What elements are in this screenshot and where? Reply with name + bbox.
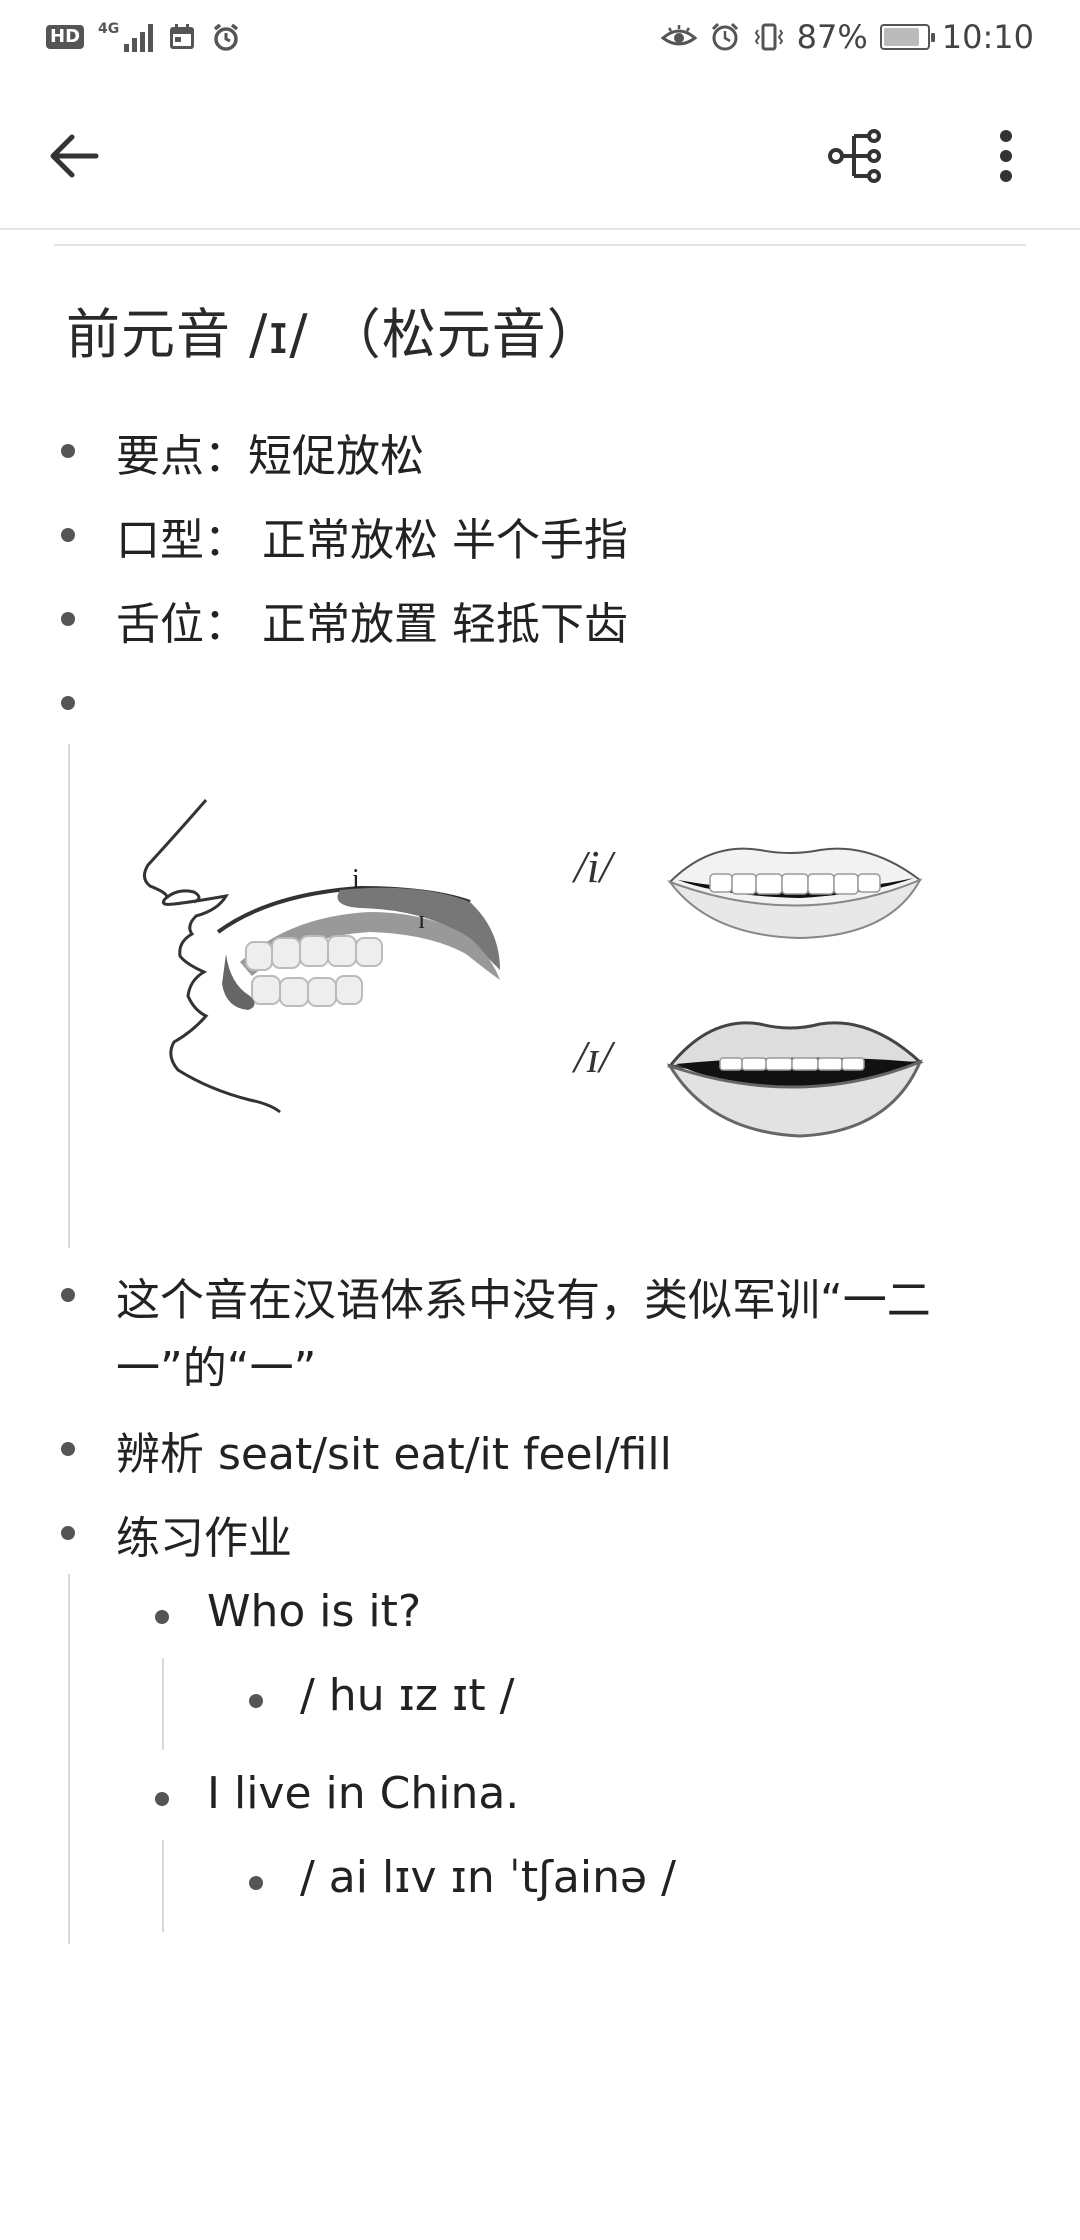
bullet-dot [61, 1442, 75, 1456]
tongue-label-long: i [352, 864, 360, 895]
list-item-text: I live in China. [207, 1768, 520, 1819]
bullet-dot [61, 444, 75, 458]
list-item-text: 这个音在汉语体系中没有，类似军训“一二 [116, 1275, 931, 1326]
bullet-dot [61, 1288, 75, 1302]
network-label: 4G [98, 21, 120, 37]
list-item-text: Who is it? [207, 1586, 422, 1637]
list-item-text: 要点：短促放松 [116, 431, 424, 482]
alarm-icon [711, 22, 738, 51]
list-item[interactable]: 舌位： 正常放置 轻抵下齿 [0, 588, 1080, 650]
signal-icon: 4G [98, 21, 154, 52]
bullet-dot [61, 612, 75, 626]
alarm-icon [214, 23, 239, 51]
lip-label-short-i: /ɪ/ [571, 1031, 616, 1082]
list-item-text: / ai lɪv ɪn ˈtʃainə / [300, 1852, 676, 1903]
calendar-icon [170, 24, 195, 49]
list-item[interactable]: Who is it? [0, 1586, 1080, 1646]
list-item-continuation[interactable]: 一”的“一” [0, 1332, 1080, 1394]
bullet-dot [155, 1610, 169, 1624]
app-bar [0, 80, 1080, 230]
list-item[interactable] [0, 672, 1080, 732]
clock: 10:10 [941, 18, 1034, 56]
list-item-text: 口型： 正常放松 半个手指 [116, 515, 628, 566]
bullet-dot [155, 1792, 169, 1806]
more-vertical-icon[interactable] [974, 124, 1038, 188]
list-item[interactable]: I live in China. [0, 1768, 1080, 1828]
list-item[interactable]: 这个音在汉语体系中没有，类似军训“一二 [0, 1264, 1080, 1326]
battery-level [883, 28, 919, 46]
back-arrow-icon[interactable] [44, 124, 108, 188]
list-item-text: 一”的“一” [116, 1343, 317, 1394]
hd-icon: HD [46, 25, 85, 49]
indent-guide [68, 744, 70, 1248]
lip-label-long-i: /i/ [571, 841, 617, 892]
list-item-text: 舌位： 正常放置 轻抵下齿 [116, 599, 628, 650]
battery-icon [879, 24, 935, 50]
list-item[interactable]: / hu ɪz ɪt / [0, 1670, 1080, 1730]
bullet-dot [61, 1526, 75, 1540]
tongue-label-short: ɪ [418, 905, 425, 934]
list-item[interactable]: / ai lɪv ɪn ˈtʃainə / [0, 1852, 1080, 1912]
status-bar: HD 4G 87% 10:10 [0, 0, 1080, 80]
list-item[interactable]: 口型： 正常放松 半个手指 [0, 504, 1080, 566]
mind-map-icon[interactable] [824, 124, 888, 188]
list-item[interactable]: 要点：短促放松 [0, 420, 1080, 482]
pronunciation-diagram[interactable]: i ɪ /i/ /ɪ/ [130, 770, 970, 1210]
bullet-dot [61, 528, 75, 542]
divider [54, 244, 1026, 246]
vibrate-icon [754, 23, 783, 51]
list-item-text: / hu ɪz ɪt / [300, 1670, 515, 1721]
list-item[interactable]: 辨析 seat/sit eat/it feel/fill [0, 1418, 1080, 1480]
eye-icon [660, 25, 697, 46]
battery-percent: 87% [796, 18, 868, 56]
list-item-text: 辨析 seat/sit eat/it feel/fill [116, 1429, 672, 1480]
note-title[interactable]: 前元音 /ɪ/ （松元音） [66, 290, 602, 369]
bullet-dot [249, 1694, 263, 1708]
list-item-text: 练习作业 [116, 1513, 292, 1564]
bullet-dot [249, 1876, 263, 1890]
list-item[interactable]: 练习作业 [0, 1502, 1080, 1564]
bullet-dot [61, 696, 75, 710]
